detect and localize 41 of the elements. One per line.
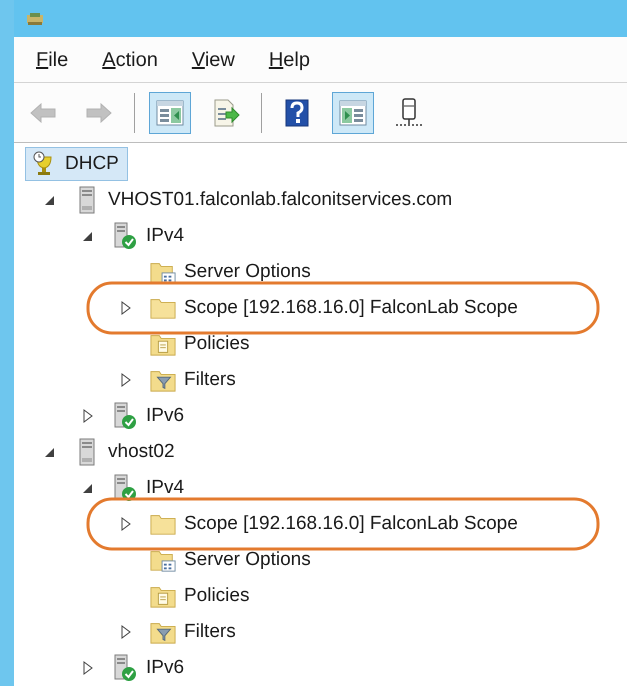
tree-node[interactable]: IPv4 (106, 471, 194, 505)
triangle-right-icon[interactable] (82, 661, 94, 675)
pane-right-button[interactable] (332, 92, 374, 134)
triangle-right-icon[interactable] (82, 409, 94, 423)
server-icon (394, 98, 424, 128)
tree-node[interactable]: Server Options (144, 543, 320, 577)
server-tower-icon (78, 438, 96, 466)
menu-item[interactable]: File (36, 44, 68, 74)
tree-node[interactable]: DHCP (25, 147, 128, 181)
menu-item[interactable]: Help (268, 44, 310, 74)
tree-node[interactable]: Filters (144, 363, 245, 397)
tree-node[interactable]: IPv6 (106, 399, 194, 433)
triangle-right-icon[interactable] (120, 517, 132, 531)
pane-right-icon (339, 100, 367, 126)
server-tower-icon (78, 186, 96, 214)
pane-left-button[interactable] (149, 92, 191, 134)
server-check-icon (113, 654, 137, 682)
tree-node[interactable]: Policies (144, 327, 258, 361)
server-check-icon (113, 402, 137, 430)
server-check-icon (113, 474, 137, 502)
forward-arrow-icon (86, 102, 112, 124)
tree-node[interactable]: vhost02 (68, 435, 184, 469)
tree-node[interactable]: VHOST01.falconlab.falconitservices.com (68, 183, 462, 217)
back-arrow-icon (30, 102, 56, 124)
tree-node[interactable]: IPv4 (106, 219, 194, 253)
triangle-right-icon[interactable] (120, 301, 132, 315)
server-check-icon (113, 222, 137, 250)
app-icon (26, 12, 44, 26)
triangle-right-icon[interactable] (120, 373, 132, 387)
triangle-right-icon[interactable] (120, 625, 132, 639)
tree-node[interactable]: IPv6 (106, 651, 194, 685)
menu-item[interactable]: Action (102, 44, 158, 74)
folder-icon (150, 512, 176, 536)
tree-node[interactable]: Filters (144, 615, 245, 649)
menu-item[interactable]: View (192, 44, 235, 74)
tree-node[interactable]: Server Options (144, 255, 320, 289)
tree-node[interactable]: Policies (144, 579, 258, 613)
pane-left-icon (156, 100, 184, 126)
folder-icon (150, 296, 176, 320)
export-list-icon (212, 98, 240, 126)
help-icon (285, 98, 309, 126)
